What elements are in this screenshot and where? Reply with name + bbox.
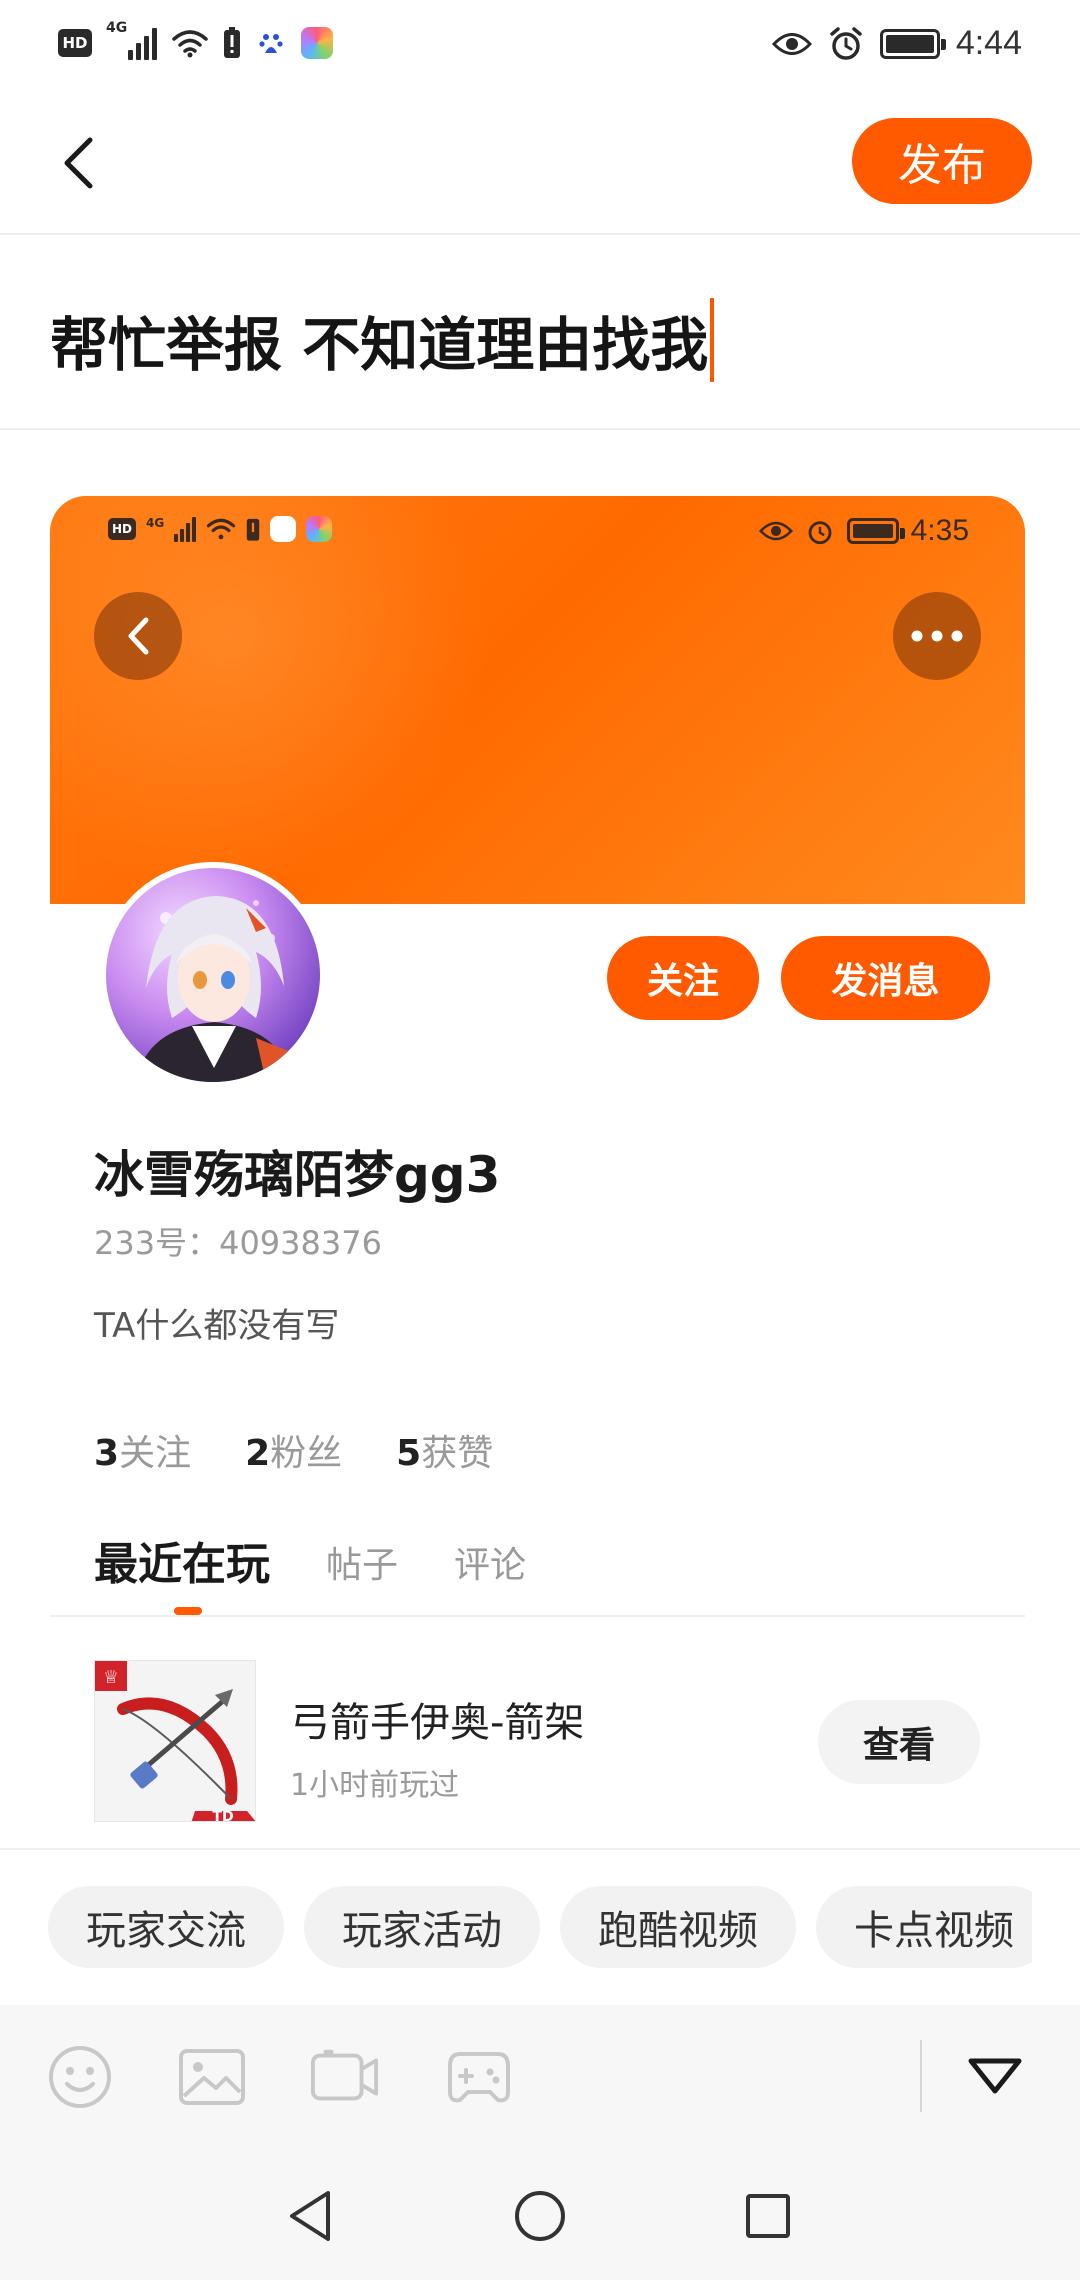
- inner-back-button: [94, 592, 182, 680]
- inner-hd-icon: HD: [108, 518, 136, 540]
- title-divider: [0, 428, 1080, 430]
- inner-wifi-icon: [206, 518, 236, 540]
- network-type-label: 4G: [106, 20, 128, 36]
- avatar: [100, 862, 326, 1088]
- collapse-icon: [968, 2058, 1022, 2094]
- emoji-button[interactable]: [45, 2044, 115, 2110]
- profile-stats: 3关注 2粉丝 5获赞: [94, 1424, 493, 1476]
- avatar-illustration: [136, 896, 306, 1082]
- emoji-icon: [49, 2046, 111, 2108]
- nav-back-button[interactable]: [280, 2186, 340, 2246]
- wifi-icon: [172, 30, 208, 58]
- chevron-left-icon: [64, 137, 93, 189]
- tab-posts: 帖子: [326, 1545, 399, 1586]
- inner-baidu-icon: [270, 516, 297, 542]
- alarm-icon: [830, 26, 862, 60]
- view-game-button: 查看: [818, 1700, 980, 1784]
- hd-icon: HD: [58, 29, 92, 57]
- bow-icon: ♕ TD: [95, 1661, 255, 1822]
- status-right-icons: 4:44: [771, 24, 1022, 63]
- toolbar-separator: [920, 2040, 922, 2112]
- game-icon: [448, 2052, 510, 2103]
- video-icon: [310, 2049, 379, 2101]
- inner-alert-icon: [246, 518, 260, 541]
- nav-recents-icon: [746, 2194, 790, 2238]
- game-badge-label: TD: [212, 1809, 233, 1822]
- text-caret: [710, 298, 715, 382]
- inner-signal-icon: [174, 516, 197, 542]
- stat-following: 3关注: [94, 1433, 192, 1474]
- inner-alarm-icon: [808, 521, 832, 545]
- publish-button[interactable]: 发布: [852, 118, 1032, 204]
- eye-icon: [771, 32, 812, 55]
- status-time: 4:44: [955, 24, 1022, 62]
- game-icon-image: ♕ TD: [94, 1660, 256, 1822]
- inner-eye-icon: [758, 521, 793, 541]
- inner-more-button: [893, 592, 981, 680]
- topic-chip[interactable]: 跑酷视频: [560, 1886, 796, 1968]
- image-button[interactable]: [177, 2044, 247, 2110]
- battery-icon: [879, 28, 946, 59]
- profile-banner: HD 4G 4:35: [50, 496, 1025, 904]
- banner-glow: [50, 496, 490, 896]
- tabs-divider: [50, 1615, 1025, 1617]
- status-bar: HD 4G 4:44: [0, 0, 1080, 95]
- game-title: 弓箭手伊奥-箭架: [290, 1700, 585, 1746]
- inner-status-right: 4:35: [758, 514, 969, 548]
- inner-app-icon: [306, 516, 333, 542]
- tab-indicator: [174, 1607, 202, 1615]
- topic-chip[interactable]: 玩家交流: [48, 1886, 284, 1968]
- stat-followers: 2粉丝: [245, 1433, 343, 1474]
- editor-toolbar: [0, 2005, 1080, 2147]
- user-id: 233号：40938376: [94, 1224, 382, 1262]
- game-button[interactable]: [444, 2044, 514, 2110]
- topic-chip[interactable]: 卡点视频: [816, 1886, 1032, 1968]
- header-divider: [0, 233, 1080, 235]
- app-icon: [301, 27, 333, 59]
- content-divider: [0, 1848, 1080, 1850]
- tab-recent-played: 最近在玩: [94, 1539, 270, 1590]
- nav-back-icon: [290, 2191, 330, 2241]
- tab-comments: 评论: [454, 1545, 527, 1586]
- more-dots-icon: [911, 630, 963, 642]
- topic-chips: 玩家交流 玩家活动 跑酷视频 卡点视频: [48, 1886, 1032, 1968]
- alert-icon: [224, 27, 240, 58]
- nav-home-icon: [515, 2191, 565, 2241]
- message-button: 发消息: [781, 936, 990, 1020]
- svg-text:♕: ♕: [103, 1667, 119, 1688]
- signal-icon: 4G: [106, 20, 157, 60]
- inner-battery-icon: [846, 518, 905, 544]
- game-last-played: 1小时前玩过: [290, 1768, 460, 1803]
- inner-status-left: HD 4G: [108, 516, 333, 542]
- nav-recents-button[interactable]: [738, 2186, 798, 2246]
- post-title-input[interactable]: 帮忙举报 不知道理由找我: [50, 298, 715, 382]
- back-button[interactable]: [48, 128, 108, 198]
- status-left-icons: HD 4G: [58, 20, 333, 60]
- nav-home-button[interactable]: [510, 2186, 570, 2246]
- inner-status-time: 4:35: [910, 514, 969, 547]
- topic-chip[interactable]: 玩家活动: [304, 1886, 540, 1968]
- profile-tabs: 最近在玩 帖子 评论: [94, 1528, 526, 1592]
- baidu-icon: [255, 27, 287, 59]
- video-button[interactable]: [310, 2044, 380, 2110]
- follow-button: 关注: [607, 936, 759, 1020]
- post-title-text: 帮忙举报 不知道理由找我: [50, 311, 709, 379]
- username: 冰雪殇璃陌梦gg3: [94, 1146, 501, 1204]
- inner-network-label: 4G: [146, 516, 165, 530]
- inner-chevron-left-icon: [128, 617, 149, 655]
- stat-likes: 5获赞: [396, 1433, 494, 1474]
- user-bio: TA什么都没有写: [94, 1306, 340, 1346]
- collapse-keyboard-button[interactable]: [960, 2044, 1030, 2110]
- image-icon: [179, 2049, 245, 2105]
